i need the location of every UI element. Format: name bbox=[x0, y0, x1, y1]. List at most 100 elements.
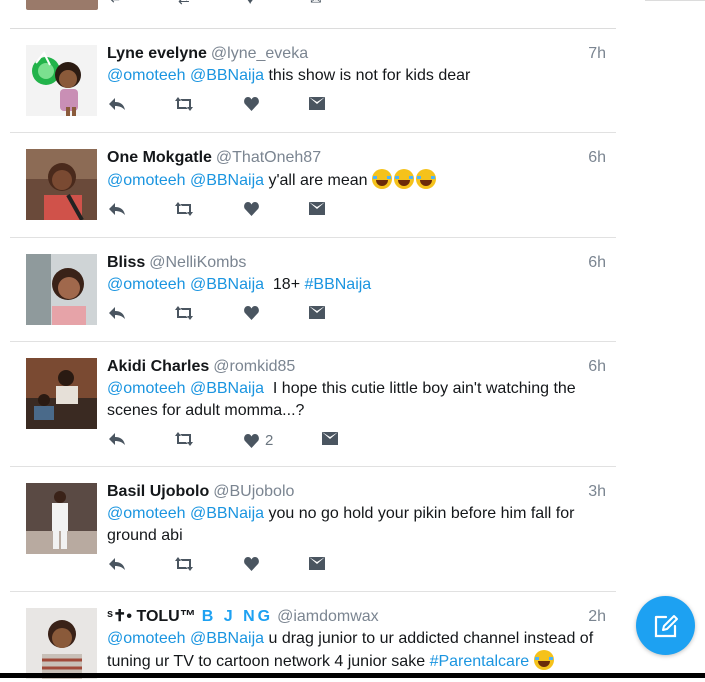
mention-link[interactable]: @BBNaija bbox=[190, 172, 264, 189]
timestamp[interactable]: 6h bbox=[588, 147, 606, 169]
avatar[interactable] bbox=[26, 254, 97, 325]
tweet-text: @omoteeh @BBNaija you no go hold your pi… bbox=[107, 503, 606, 547]
reply-icon[interactable] bbox=[109, 202, 125, 216]
heart-icon[interactable] bbox=[244, 557, 259, 571]
tweet-text: @omoteeh @BBNaija this show is not for k… bbox=[107, 65, 606, 87]
mention-link[interactable]: @omoteeh bbox=[107, 67, 186, 84]
user-name[interactable]: One Mokgatle bbox=[107, 149, 212, 166]
timestamp[interactable]: 2h bbox=[588, 606, 606, 628]
user-handle[interactable]: @iamdomwax bbox=[277, 608, 379, 625]
mention-link[interactable]: @omoteeh bbox=[107, 276, 186, 293]
tweet-text: @omoteeh @BBNaija 18+ #BBNaija bbox=[107, 274, 606, 296]
like-count: 2 bbox=[265, 432, 274, 449]
heart-icon[interactable] bbox=[244, 202, 259, 216]
tweet-text: @omoteeh @BBNaija I hope this cutie litt… bbox=[107, 378, 606, 422]
tweet-actions: 2 bbox=[107, 430, 606, 454]
avatar[interactable] bbox=[26, 483, 97, 554]
user-name[interactable]: Bliss bbox=[107, 254, 145, 271]
user-name[interactable]: Akidi Charles bbox=[107, 358, 209, 375]
compose-button[interactable] bbox=[636, 596, 695, 655]
tweet-actions bbox=[107, 200, 606, 224]
mention-link[interactable]: @omoteeh bbox=[107, 630, 186, 647]
retweet-icon[interactable]: ⇄ bbox=[178, 0, 194, 6]
tweet[interactable]: Basil Ujobolo @BUjobolo 3h @omoteeh @BBNa… bbox=[10, 467, 616, 592]
retweet-icon[interactable] bbox=[175, 97, 193, 111]
joy-emoji bbox=[372, 169, 393, 189]
tweet-header: Basil Ujobolo @BUjobolo 3h bbox=[107, 481, 606, 503]
heart-icon[interactable]: ♥ bbox=[246, 0, 262, 6]
tweet-header: ˢ✝• TOLU™ B J NG @iamdomwax 2h bbox=[107, 606, 606, 628]
mention-link[interactable]: @BBNaija bbox=[190, 276, 264, 293]
compose-icon bbox=[654, 614, 678, 637]
heart-icon bbox=[244, 434, 259, 448]
user-handle[interactable]: @lyne_eveka bbox=[211, 45, 308, 62]
avatar bbox=[26, 0, 98, 10]
reply-icon[interactable] bbox=[109, 97, 125, 111]
tweet-actions bbox=[107, 304, 606, 328]
joy-emoji bbox=[394, 169, 415, 189]
retweet-icon[interactable] bbox=[175, 432, 193, 446]
retweet-icon[interactable] bbox=[175, 557, 193, 571]
tweet-text: @omoteeh @BBNaija u drag junior to ur ad… bbox=[107, 628, 606, 673]
user-handle[interactable]: @ThatOneh87 bbox=[216, 149, 321, 166]
tweet-header: Akidi Charles @romkid85 6h bbox=[107, 356, 606, 378]
timestamp[interactable]: 6h bbox=[588, 252, 606, 274]
mention-link[interactable]: @BBNaija bbox=[190, 67, 264, 84]
heart-icon[interactable] bbox=[244, 97, 259, 111]
tweet-actions bbox=[107, 95, 606, 119]
mention-link[interactable]: @omoteeh bbox=[107, 380, 186, 397]
retweet-icon[interactable] bbox=[175, 306, 193, 320]
tweet[interactable]: ˢ✝• TOLU™ B J NG @iamdomwax 2h @omoteeh @B… bbox=[10, 592, 616, 682]
envelope-icon[interactable] bbox=[309, 97, 325, 110]
tweet-text: @omoteeh @BBNaija y'all are mean bbox=[107, 169, 606, 192]
tweet-actions: ↵ ⇄ ♥ ✉ bbox=[108, 0, 338, 8]
sob-emoji bbox=[533, 650, 554, 670]
tweet[interactable]: Akidi Charles @romkid85 6h @omoteeh @BBNa… bbox=[10, 342, 616, 467]
reply-icon[interactable] bbox=[109, 557, 125, 571]
envelope-icon[interactable] bbox=[322, 432, 338, 445]
avatar[interactable] bbox=[26, 149, 97, 220]
tweet-actions bbox=[107, 555, 606, 579]
tweet-body: y'all are mean bbox=[268, 172, 368, 189]
envelope-icon[interactable] bbox=[309, 557, 325, 570]
like-button[interactable]: 2 bbox=[244, 432, 273, 450]
reply-icon[interactable] bbox=[109, 432, 125, 446]
envelope-icon[interactable] bbox=[309, 306, 325, 319]
envelope-icon[interactable]: ✉ bbox=[310, 0, 326, 6]
user-name[interactable]: ˢ✝• TOLU™ bbox=[107, 608, 196, 625]
heart-icon[interactable] bbox=[244, 306, 259, 320]
avatar[interactable] bbox=[26, 45, 97, 116]
tweet[interactable]: Bliss @NelliKombs 6h @omoteeh @BBNaija 18… bbox=[10, 238, 616, 342]
avatar[interactable] bbox=[26, 608, 97, 679]
tweet-body: 18+ bbox=[272, 276, 301, 293]
tweet[interactable]: One Mokgatle @ThatOneh87 6h @omoteeh @BBN… bbox=[10, 133, 616, 238]
mention-link[interactable]: @BBNaija bbox=[190, 505, 264, 522]
retweet-icon[interactable] bbox=[175, 202, 193, 216]
bottom-edge bbox=[0, 673, 705, 678]
user-name[interactable]: Lyne evelyne bbox=[107, 45, 207, 62]
user-handle[interactable]: @NelliKombs bbox=[149, 254, 246, 271]
divider bbox=[645, 0, 705, 9]
mention-link[interactable]: @omoteeh bbox=[107, 505, 186, 522]
previous-tweet-fragment: ↵ ⇄ ♥ ✉ bbox=[0, 0, 705, 30]
tweet-header: Bliss @NelliKombs 6h bbox=[107, 252, 606, 274]
reply-icon[interactable] bbox=[109, 306, 125, 320]
reply-icon[interactable]: ↵ bbox=[110, 0, 126, 6]
hashtag-link[interactable]: #Parentalcare bbox=[430, 653, 530, 670]
timestamp[interactable]: 7h bbox=[588, 43, 606, 65]
tweet[interactable]: Lyne evelyne @lyne_eveka 7h @omoteeh @BBN… bbox=[10, 29, 616, 133]
user-name-styled[interactable]: B J NG bbox=[202, 608, 273, 625]
hashtag-link[interactable]: #BBNaija bbox=[305, 276, 372, 293]
mention-link[interactable]: @BBNaija bbox=[190, 630, 264, 647]
user-name[interactable]: Basil Ujobolo bbox=[107, 483, 209, 500]
user-handle[interactable]: @BUjobolo bbox=[213, 483, 294, 500]
mention-link[interactable]: @omoteeh bbox=[107, 172, 186, 189]
timestamp[interactable]: 6h bbox=[588, 356, 606, 378]
tweet-body: this show is not for kids dear bbox=[268, 67, 471, 84]
mention-link[interactable]: @BBNaija bbox=[190, 380, 264, 397]
avatar[interactable] bbox=[26, 358, 97, 429]
envelope-icon[interactable] bbox=[309, 202, 325, 215]
tweet-header: Lyne evelyne @lyne_eveka 7h bbox=[107, 43, 606, 65]
timestamp[interactable]: 3h bbox=[588, 481, 606, 503]
user-handle[interactable]: @romkid85 bbox=[213, 358, 295, 375]
